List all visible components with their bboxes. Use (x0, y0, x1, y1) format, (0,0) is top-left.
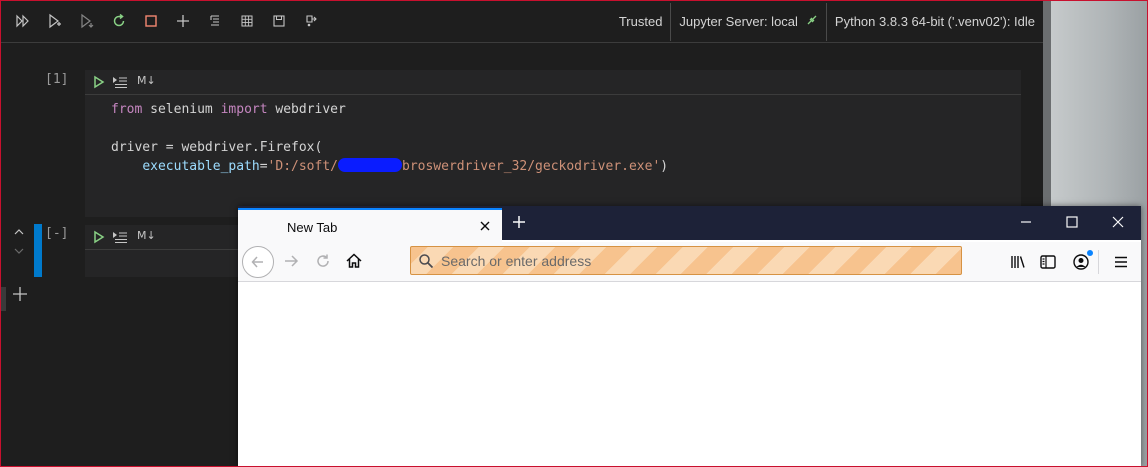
run-by-line-icon[interactable] (112, 230, 128, 244)
notebook-toolbar: Trusted Jupyter Server: local Python 3.8… (0, 0, 1043, 43)
home-icon[interactable] (345, 252, 363, 270)
clear-outputs-icon[interactable] (206, 12, 224, 30)
search-icon (419, 254, 434, 269)
address-bar[interactable] (410, 246, 962, 275)
firefox-window: New Tab (238, 206, 1141, 467)
run-cell-icon[interactable] (92, 75, 106, 89)
browser-tab[interactable]: New Tab (238, 208, 502, 242)
code-cell[interactable]: M↓ from selenium import webdriver driver… (85, 70, 1021, 217)
toolbar-divider (1098, 250, 1099, 274)
notification-dot (1087, 250, 1093, 256)
tab-title: New Tab (287, 220, 338, 235)
restart-kernel-icon[interactable] (110, 12, 128, 30)
move-cell-down-icon[interactable] (13, 245, 25, 257)
firefox-titlebar: New Tab (238, 206, 1141, 242)
move-cell-up-icon[interactable] (13, 226, 25, 238)
code-token: ) (660, 159, 669, 174)
export-icon[interactable] (302, 12, 320, 30)
code-token: executable_path (142, 159, 260, 174)
interrupt-kernel-icon[interactable] (142, 12, 160, 30)
address-input[interactable] (441, 251, 941, 271)
markdown-toggle-icon[interactable]: M↓ (137, 229, 156, 242)
run-cell-icon[interactable] (92, 230, 106, 244)
active-cell-indicator (34, 224, 42, 277)
execution-count: [-] (45, 226, 69, 241)
back-arrow-icon (251, 256, 263, 268)
reload-icon[interactable] (314, 252, 332, 270)
code-token: broswerdriver_32/geckodriver.exe' (402, 159, 661, 174)
add-cell-icon[interactable] (174, 12, 192, 30)
hamburger-menu-icon[interactable] (1112, 253, 1130, 271)
run-by-line-icon[interactable] (112, 75, 128, 89)
code-token: selenium (142, 102, 221, 117)
navigation-toolbar (238, 242, 1141, 282)
code-editor[interactable]: from selenium import webdriver driver = … (111, 100, 668, 176)
variables-icon[interactable] (238, 12, 256, 30)
new-tab-icon[interactable] (511, 214, 527, 230)
kernel-status-area: Trusted Jupyter Server: local Python 3.8… (611, 0, 1043, 43)
maximize-icon[interactable] (1065, 215, 1079, 229)
minimize-icon[interactable] (1019, 215, 1033, 229)
gutter-marker (0, 287, 6, 311)
jupyter-server-label: Jupyter Server: local (679, 14, 798, 29)
code-token: from (111, 102, 143, 117)
code-token: 'D:/soft/ (267, 159, 338, 174)
jupyter-server-status[interactable]: Jupyter Server: local (671, 0, 826, 43)
save-icon[interactable] (270, 12, 288, 30)
execution-count: [1] (45, 72, 69, 87)
code-token: import (220, 102, 268, 117)
insert-cell-icon[interactable] (12, 286, 28, 302)
code-token: = (259, 159, 268, 174)
forward-arrow-icon[interactable] (282, 252, 300, 270)
plug-icon (806, 14, 818, 29)
sidebar-icon[interactable] (1039, 253, 1057, 271)
library-icon[interactable] (1009, 253, 1027, 271)
cell-toolbar: M↓ (85, 70, 1021, 95)
run-all-icon[interactable] (14, 12, 32, 30)
trusted-label[interactable]: Trusted (611, 0, 671, 43)
code-token: webdriver (267, 102, 346, 117)
code-line: driver = webdriver.Firefox( (111, 140, 323, 155)
run-above-icon[interactable] (46, 12, 64, 30)
close-window-icon[interactable] (1111, 215, 1125, 229)
close-tab-icon[interactable] (479, 220, 491, 232)
page-content (238, 283, 1141, 467)
kernel-status[interactable]: Python 3.8.3 64-bit ('.venv02'): Idle (827, 0, 1043, 43)
back-button[interactable] (242, 246, 274, 278)
markdown-toggle-icon[interactable]: M↓ (137, 74, 156, 87)
account-icon[interactable] (1072, 253, 1090, 271)
redaction-mark (338, 158, 402, 172)
run-below-icon[interactable] (78, 12, 96, 30)
